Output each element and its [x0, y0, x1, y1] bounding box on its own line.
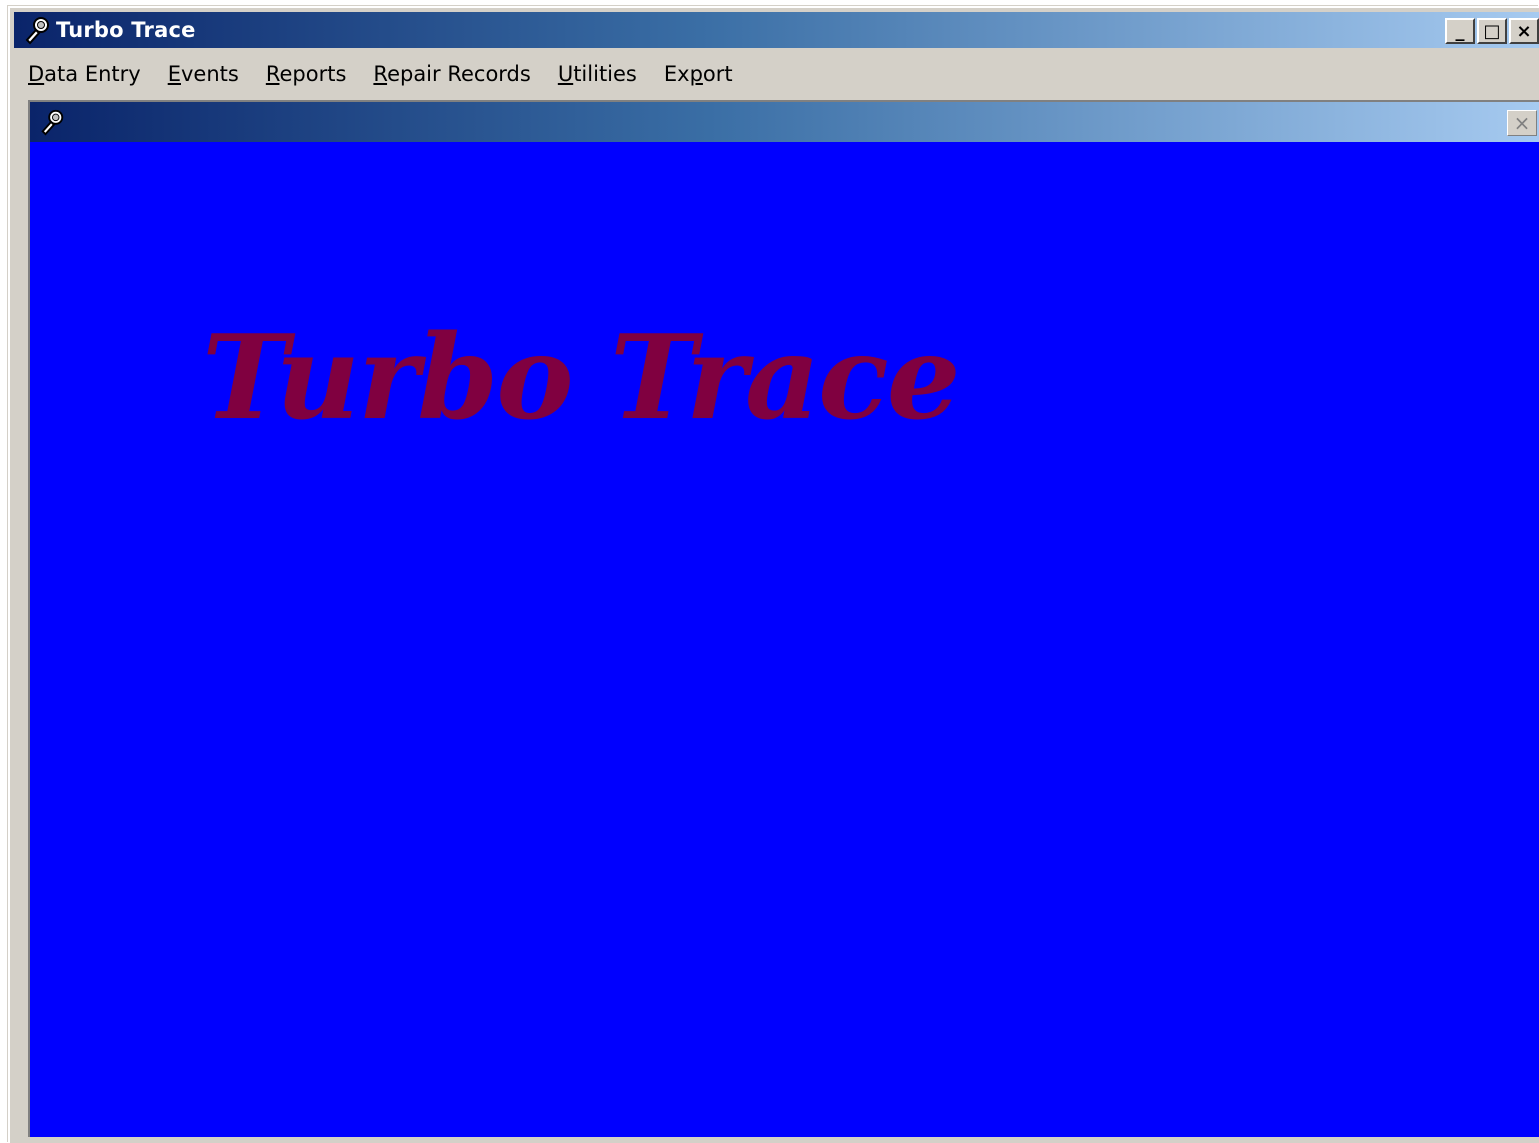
close-icon: × — [1516, 20, 1532, 42]
menu-label: ort — [702, 62, 733, 86]
maximize-icon: □ — [1483, 20, 1501, 42]
menu-utilities[interactable]: Utilities — [558, 62, 637, 86]
menu-events[interactable]: Events — [168, 62, 239, 86]
mdi-client-area: × Turbo Trace — [28, 100, 1539, 1137]
menu-label: tilities — [573, 62, 637, 86]
window-title: Turbo Trace — [56, 18, 196, 42]
child-title-bar[interactable]: × — [30, 102, 1539, 142]
menu-accelerator: p — [689, 62, 703, 86]
menu-accelerator: U — [557, 62, 574, 86]
menu-accelerator: R — [265, 62, 280, 86]
minimize-button[interactable]: _ — [1445, 18, 1475, 44]
menu-accelerator: E — [167, 62, 181, 86]
menu-label: epair Records — [387, 62, 531, 86]
splash-title: Turbo Trace — [202, 310, 961, 446]
menu-reports[interactable]: Reports — [266, 62, 347, 86]
menu-bar: Data Entry Events Reports Repair Records… — [14, 54, 1539, 94]
child-close-button[interactable]: × — [1507, 110, 1537, 136]
minimize-icon: _ — [1455, 20, 1465, 42]
menu-data-entry[interactable]: Data Entry — [28, 62, 141, 86]
menu-export[interactable]: Export — [664, 62, 733, 86]
wrench-magnifier-icon[interactable] — [36, 106, 68, 138]
maximize-button[interactable]: □ — [1477, 18, 1507, 44]
menu-label: eports — [279, 62, 347, 86]
menu-repair-records[interactable]: Repair Records — [373, 62, 530, 86]
menu-label: vents — [180, 62, 239, 86]
menu-accelerator: R — [373, 62, 388, 86]
close-button[interactable]: × — [1509, 18, 1539, 44]
menu-accelerator: D — [28, 62, 45, 86]
wrench-magnifier-icon[interactable] — [20, 13, 54, 47]
caption-buttons: _ □ × — [1445, 18, 1539, 44]
close-icon: × — [1513, 111, 1531, 135]
menu-label: ata Entry — [44, 62, 141, 86]
menu-label: Ex — [663, 62, 690, 86]
main-window: Turbo Trace _ □ × Data Entry Events Repo… — [8, 6, 1539, 1143]
title-bar[interactable]: Turbo Trace _ □ × — [14, 12, 1539, 48]
splash-panel: Turbo Trace — [30, 142, 1539, 1137]
